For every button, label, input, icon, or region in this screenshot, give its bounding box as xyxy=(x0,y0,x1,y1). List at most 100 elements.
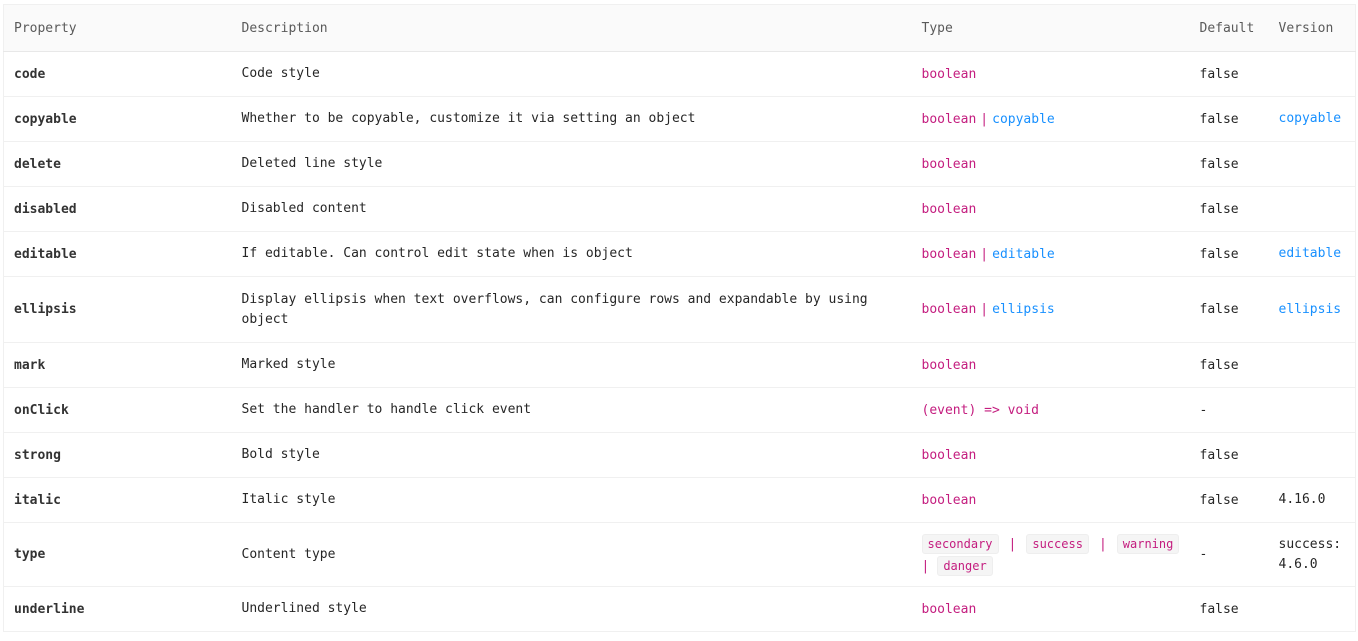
property-description: Display ellipsis when text overflows, ca… xyxy=(231,276,912,343)
property-type: boolean xyxy=(911,141,1190,187)
property-type: (event) => void xyxy=(911,387,1190,433)
property-name: editable xyxy=(3,231,232,277)
table-row: underline Underlined style boolean false xyxy=(3,586,1356,632)
type-separator: | xyxy=(921,558,930,574)
property-version xyxy=(1268,342,1356,388)
type-separator: | xyxy=(1008,536,1017,552)
property-version xyxy=(1268,51,1356,97)
property-name: strong xyxy=(3,432,232,478)
property-default: false xyxy=(1189,231,1269,277)
type-link-ellipsis[interactable]: ellipsis xyxy=(992,302,1055,317)
property-type: boolean xyxy=(911,586,1190,632)
property-type: boolean | ellipsis xyxy=(911,276,1190,343)
property-type: boolean | editable xyxy=(911,231,1190,277)
property-default: - xyxy=(1189,387,1269,433)
property-type: secondary | success | warning | danger xyxy=(911,522,1190,587)
table-row: ellipsis Display ellipsis when text over… xyxy=(3,276,1356,343)
property-type: boolean xyxy=(911,342,1190,388)
property-type: boolean | copyable xyxy=(911,96,1190,142)
property-description: Italic style xyxy=(231,477,912,523)
type-token: boolean xyxy=(921,357,977,373)
table-row: mark Marked style boolean false xyxy=(3,342,1356,388)
property-type: boolean xyxy=(911,186,1190,232)
type-separator: | xyxy=(980,246,989,262)
property-name: delete xyxy=(3,141,232,187)
property-name: type xyxy=(3,522,232,587)
property-default: false xyxy=(1189,477,1269,523)
table-row: code Code style boolean false xyxy=(3,51,1356,97)
property-version xyxy=(1268,141,1356,187)
property-name: italic xyxy=(3,477,232,523)
type-token: boolean xyxy=(921,66,977,82)
property-version: ellipsis xyxy=(1268,276,1356,343)
table-row: type Content type secondary | success | warn… xyxy=(3,522,1356,587)
table-row: onClick Set the handler to handle click … xyxy=(3,387,1356,433)
type-link-copyable[interactable]: copyable xyxy=(992,112,1055,127)
header-description: Description xyxy=(231,4,912,52)
property-default: false xyxy=(1189,342,1269,388)
type-token: boolean xyxy=(921,601,977,617)
version-link-editable[interactable]: editable xyxy=(1279,246,1342,261)
property-type: boolean xyxy=(911,477,1190,523)
type-token: boolean xyxy=(921,156,977,172)
version-link-copyable[interactable]: copyable xyxy=(1279,111,1342,126)
property-version xyxy=(1268,432,1356,478)
table-row: italic Italic style boolean false 4.16.0 xyxy=(3,477,1356,523)
type-separator: | xyxy=(1098,536,1107,552)
property-name: onClick xyxy=(3,387,232,433)
property-name: copyable xyxy=(3,96,232,142)
type-token: (event) => void xyxy=(921,402,1039,418)
property-version: editable xyxy=(1268,231,1356,277)
property-description: Deleted line style xyxy=(231,141,912,187)
header-type: Type xyxy=(911,4,1190,52)
type-chip-warning: warning xyxy=(1116,533,1180,554)
property-default: false xyxy=(1189,96,1269,142)
header-default: Default xyxy=(1189,4,1269,52)
property-default: false xyxy=(1189,276,1269,343)
type-separator: | xyxy=(980,302,989,317)
property-name: code xyxy=(3,51,232,97)
table-row: editable If editable. Can control edit s… xyxy=(3,231,1356,277)
type-chip-success: success xyxy=(1026,533,1089,554)
type-token: boolean xyxy=(921,302,977,317)
property-description: Marked style xyxy=(231,342,912,388)
table-row: disabled Disabled content boolean false xyxy=(3,186,1356,232)
api-properties-table: Property Description Type Default Versio… xyxy=(3,4,1356,632)
property-type: boolean xyxy=(911,51,1190,97)
property-default: false xyxy=(1189,186,1269,232)
type-token: boolean xyxy=(921,246,977,262)
property-description: If editable. Can control edit state when… xyxy=(231,231,912,277)
type-chip-danger: danger xyxy=(937,555,993,576)
property-default: false xyxy=(1189,586,1269,632)
property-default: false xyxy=(1189,432,1269,478)
type-separator: | xyxy=(980,111,989,127)
property-type: boolean xyxy=(911,432,1190,478)
version-link-ellipsis[interactable]: ellipsis xyxy=(1279,302,1342,317)
property-version xyxy=(1268,586,1356,632)
property-name: ellipsis xyxy=(3,276,232,343)
property-name: disabled xyxy=(3,186,232,232)
header-property: Property xyxy=(3,4,232,52)
property-default: false xyxy=(1189,51,1269,97)
property-default: false xyxy=(1189,141,1269,187)
property-version xyxy=(1268,186,1356,232)
property-description: Code style xyxy=(231,51,912,97)
type-token: boolean xyxy=(921,111,977,127)
property-name: mark xyxy=(3,342,232,388)
property-description: Content type xyxy=(231,522,912,587)
table-row: strong Bold style boolean false xyxy=(3,432,1356,478)
property-description: Underlined style xyxy=(231,586,912,632)
table-row: copyable Whether to be copyable, customi… xyxy=(3,96,1356,142)
type-token: boolean xyxy=(921,201,977,217)
property-description: Whether to be copyable, customize it via… xyxy=(231,96,912,142)
property-description: Set the handler to handle click event xyxy=(231,387,912,433)
type-link-editable[interactable]: editable xyxy=(992,247,1055,262)
table-header-row: Property Description Type Default Versio… xyxy=(3,4,1356,52)
property-version: copyable xyxy=(1268,96,1356,142)
header-version: Version xyxy=(1268,4,1356,52)
property-name: underline xyxy=(3,586,232,632)
property-default: - xyxy=(1189,522,1269,587)
type-token: boolean xyxy=(921,492,977,508)
property-version xyxy=(1268,387,1356,433)
type-chip-secondary: secondary xyxy=(921,533,999,554)
